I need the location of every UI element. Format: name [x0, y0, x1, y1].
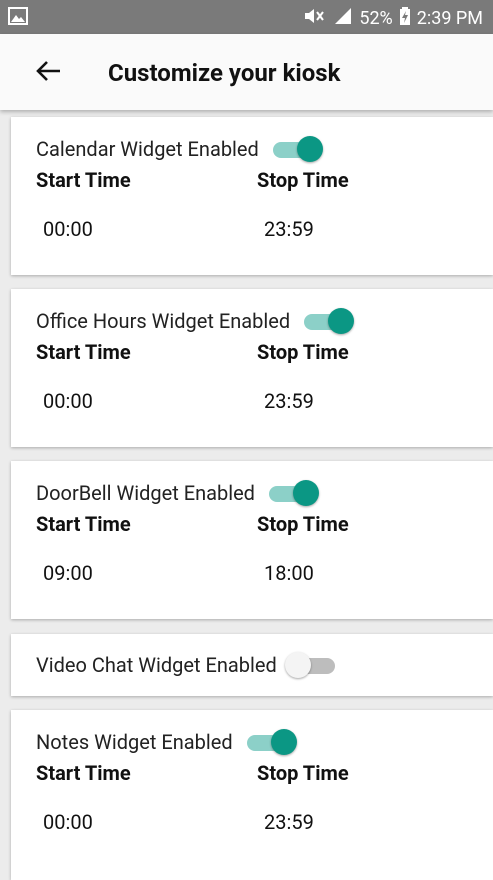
- office-hours-widget-card: Office Hours Widget Enabled Start Time S…: [11, 289, 493, 447]
- toggle-thumb: [270, 729, 297, 755]
- stop-time-value[interactable]: 18:00: [264, 561, 314, 585]
- stop-time-heading: Stop Time: [257, 168, 349, 192]
- stop-time-heading: Stop Time: [257, 761, 349, 785]
- calendar-widget-label: Calendar Widget Enabled: [36, 137, 259, 161]
- video-chat-widget-toggle[interactable]: [284, 652, 341, 678]
- video-chat-widget-card: Video Chat Widget Enabled: [11, 634, 493, 696]
- video-chat-widget-label: Video Chat Widget Enabled: [36, 653, 277, 677]
- start-time-value[interactable]: 00:00: [43, 810, 93, 834]
- back-arrow-icon[interactable]: [34, 56, 64, 86]
- page-title: Customize your kiosk: [108, 59, 341, 87]
- doorbell-widget-label: DoorBell Widget Enabled: [36, 481, 255, 505]
- toggle-thumb: [328, 308, 355, 334]
- office-hours-widget-toggle[interactable]: [298, 308, 355, 334]
- doorbell-widget-card: DoorBell Widget Enabled Start Time Stop …: [11, 461, 493, 619]
- mute-icon: [303, 7, 325, 30]
- stop-time-value[interactable]: 23:59: [264, 389, 314, 413]
- start-time-heading: Start Time: [36, 512, 131, 536]
- office-hours-widget-label: Office Hours Widget Enabled: [36, 309, 291, 333]
- stop-time-value[interactable]: 23:59: [264, 810, 314, 834]
- start-time-heading: Start Time: [36, 340, 131, 364]
- start-time-value[interactable]: 00:00: [43, 389, 93, 413]
- toggle-thumb: [292, 480, 319, 506]
- battery-icon: [399, 7, 411, 30]
- calendar-widget-toggle[interactable]: [267, 136, 323, 162]
- battery-percent: 52%: [359, 8, 393, 29]
- notes-widget-toggle[interactable]: [241, 729, 297, 755]
- lte-signal-icon: [331, 7, 353, 30]
- start-time-value[interactable]: 00:00: [43, 217, 93, 241]
- start-time-heading: Start Time: [36, 761, 131, 785]
- notes-widget-card: Notes Widget Enabled Start Time Stop Tim…: [11, 710, 493, 880]
- status-bar: 52% 2:39 PM: [0, 0, 493, 34]
- start-time-value[interactable]: 09:00: [43, 561, 93, 585]
- stop-time-value[interactable]: 23:59: [264, 217, 314, 241]
- notes-widget-label: Notes Widget Enabled: [36, 730, 233, 754]
- toggle-thumb: [284, 652, 311, 678]
- stop-time-heading: Stop Time: [257, 340, 349, 364]
- clock: 2:39 PM: [416, 8, 483, 29]
- start-time-heading: Start Time: [36, 168, 131, 192]
- calendar-widget-card: Calendar Widget Enabled Start Time Stop …: [11, 117, 493, 275]
- toggle-thumb: [296, 136, 323, 162]
- doorbell-widget-toggle[interactable]: [263, 480, 319, 506]
- app-bar: Customize your kiosk: [0, 34, 493, 110]
- image-notification-icon: [8, 7, 28, 29]
- stop-time-heading: Stop Time: [257, 512, 349, 536]
